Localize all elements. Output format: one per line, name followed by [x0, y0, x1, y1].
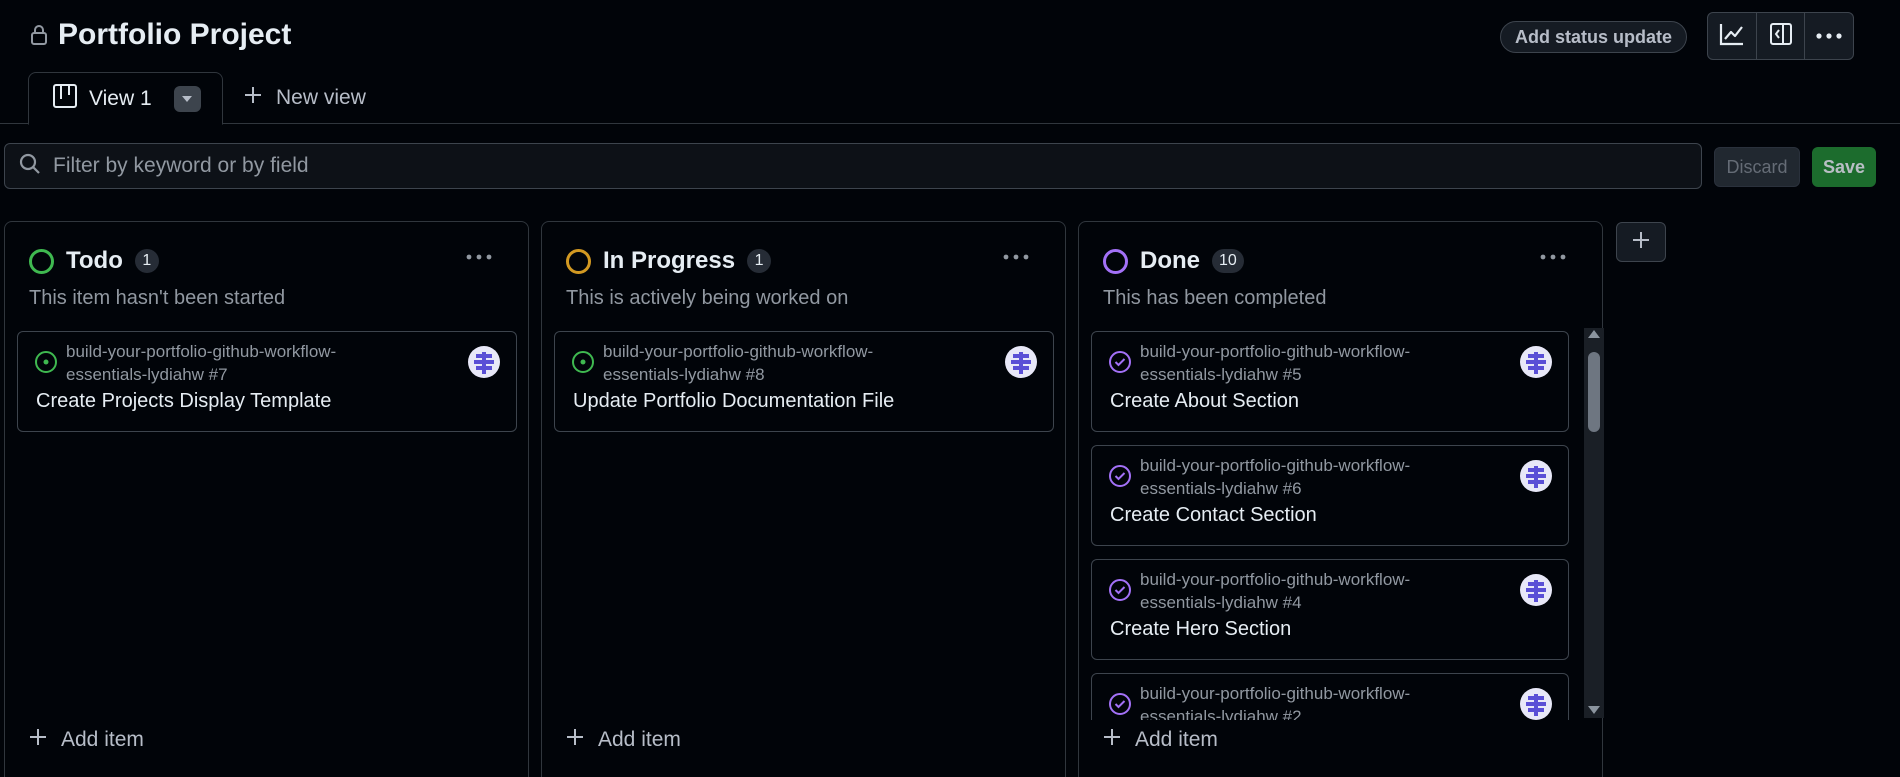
column-header: Todo 1 [29, 247, 159, 275]
card-list[interactable]: build-your-portfolio-github-workflow-ess… [1091, 331, 1569, 720]
lock-icon [30, 24, 48, 46]
column-title: Todo [66, 247, 123, 274]
insights-button[interactable] [1708, 13, 1757, 59]
kebab-horizontal-icon [1003, 254, 1029, 260]
issue-closed-icon [1108, 692, 1132, 716]
avatar[interactable] [1520, 346, 1552, 378]
board-icon [53, 84, 77, 113]
issue-repo-ref[interactable]: build-your-portfolio-github-workflow-ess… [1140, 340, 1480, 386]
graph-icon [1719, 22, 1745, 51]
column-menu-button[interactable] [1538, 242, 1568, 272]
issue-repo-ref[interactable]: build-your-portfolio-github-workflow-ess… [1140, 682, 1480, 720]
column-done: Done 10 This has been completed build-yo… [1078, 221, 1603, 777]
issue-card[interactable]: build-your-portfolio-github-workflow-ess… [554, 331, 1054, 432]
column-description: This item hasn't been started [29, 287, 286, 309]
avatar[interactable] [1520, 460, 1552, 492]
card-list: build-your-portfolio-github-workflow-ess… [17, 331, 517, 445]
add-item-button[interactable]: Add item [1103, 728, 1218, 752]
issue-closed-icon [1108, 464, 1132, 488]
avatar[interactable] [1520, 574, 1552, 606]
issue-repo-ref[interactable]: build-your-portfolio-github-workflow-ess… [603, 340, 943, 386]
issue-repo-ref[interactable]: build-your-portfolio-github-workflow-ess… [1140, 454, 1480, 500]
issue-title[interactable]: Create Contact Section [1110, 504, 1317, 527]
column-in-progress: In Progress 1 This is actively being wor… [541, 221, 1066, 777]
column-description: This has been completed [1103, 287, 1327, 309]
issue-open-icon [34, 350, 58, 374]
column-todo: Todo 1 This item hasn't been started bui… [4, 221, 529, 777]
add-item-label: Add item [598, 728, 681, 751]
issue-repo-ref[interactable]: build-your-portfolio-github-workflow-ess… [66, 340, 406, 386]
add-item-button[interactable]: Add item [566, 728, 681, 752]
in-progress-status-icon [566, 248, 591, 274]
issue-card[interactable]: build-your-portfolio-github-workflow-ess… [1091, 331, 1569, 432]
search-icon [19, 153, 41, 180]
done-column-scrollbar[interactable] [1584, 328, 1604, 718]
add-item-label: Add item [1135, 728, 1218, 751]
scroll-up-arrow-icon[interactable] [1588, 330, 1600, 338]
issue-title[interactable]: Create About Section [1110, 390, 1299, 413]
todo-status-icon [29, 248, 54, 274]
project-header: Portfolio Project Add status update View… [0, 0, 1900, 125]
project-menu-button[interactable] [1805, 13, 1853, 59]
scroll-down-arrow-icon[interactable] [1588, 706, 1600, 714]
plus-icon [1632, 231, 1650, 254]
column-menu-button[interactable] [1001, 242, 1031, 272]
issue-open-icon [571, 350, 595, 374]
side-panel-button[interactable] [1757, 13, 1806, 59]
column-title: Done [1140, 247, 1200, 274]
title-row: Portfolio Project [30, 18, 291, 52]
issue-title[interactable]: Update Portfolio Documentation File [573, 390, 894, 413]
issue-card[interactable]: build-your-portfolio-github-workflow-ess… [1091, 445, 1569, 546]
issue-closed-icon [1108, 350, 1132, 374]
save-button[interactable]: Save [1812, 147, 1876, 187]
column-title: In Progress [603, 247, 736, 274]
filter-input[interactable] [53, 154, 1553, 178]
column-header: In Progress 1 [566, 247, 772, 275]
issue-card[interactable]: build-your-portfolio-github-workflow-ess… [17, 331, 517, 432]
tab-label: View 1 [89, 86, 152, 110]
new-view-button[interactable]: New view [244, 86, 366, 110]
kebab-horizontal-icon [1540, 254, 1566, 260]
column-description: This is actively being worked on [566, 287, 849, 309]
issue-repo-ref[interactable]: build-your-portfolio-github-workflow-ess… [1140, 568, 1480, 614]
view-options-dropdown[interactable] [173, 85, 201, 112]
issue-title[interactable]: Create Projects Display Template [36, 390, 331, 413]
filter-bar [4, 143, 1702, 189]
tab-view-1[interactable]: View 1 [28, 72, 223, 125]
avatar[interactable] [468, 346, 500, 378]
column-count: 10 [1212, 249, 1244, 273]
column-count: 1 [747, 249, 772, 273]
header-icon-group [1707, 12, 1854, 60]
issue-card[interactable]: build-your-portfolio-github-workflow-ess… [1091, 559, 1569, 660]
new-view-label: New view [276, 86, 366, 109]
column-count: 1 [134, 249, 159, 273]
triangle-down-icon [182, 95, 193, 102]
plus-icon [566, 728, 584, 752]
add-column-button[interactable] [1616, 222, 1666, 262]
sidebar-expand-icon [1769, 22, 1793, 51]
plus-icon [29, 728, 47, 752]
issue-title[interactable]: Create Hero Section [1110, 618, 1291, 641]
column-menu-button[interactable] [464, 242, 494, 272]
kebab-horizontal-icon [1816, 27, 1842, 45]
column-header: Done 10 [1103, 247, 1244, 275]
add-item-label: Add item [61, 728, 144, 751]
add-status-update-button[interactable]: Add status update [1500, 21, 1688, 53]
discard-button[interactable]: Discard [1714, 147, 1800, 187]
page-title: Portfolio Project [58, 18, 292, 51]
add-item-button[interactable]: Add item [29, 728, 144, 752]
issue-card[interactable]: build-your-portfolio-github-workflow-ess… [1091, 673, 1569, 720]
avatar[interactable] [1520, 688, 1552, 720]
plus-icon [244, 86, 262, 110]
kebab-horizontal-icon [466, 254, 492, 260]
plus-icon [1103, 728, 1121, 752]
avatar[interactable] [1005, 346, 1037, 378]
done-status-icon [1103, 248, 1128, 274]
card-list: build-your-portfolio-github-workflow-ess… [554, 331, 1054, 445]
issue-closed-icon [1108, 578, 1132, 602]
scroll-thumb[interactable] [1588, 352, 1600, 432]
